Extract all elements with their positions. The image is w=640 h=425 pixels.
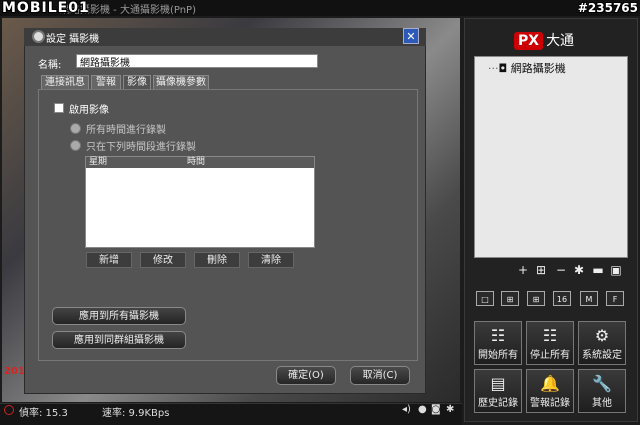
layout-9-button[interactable]: ⊞ (527, 291, 545, 306)
close-button[interactable]: ✕ (403, 28, 419, 44)
edit-button[interactable]: 修改 (140, 252, 186, 268)
other-label: 其他 (592, 398, 612, 409)
layout-4-button[interactable]: ⊞ (501, 291, 519, 306)
tree-connector-icon: ··· (488, 62, 499, 75)
record-icon[interactable]: ● (418, 404, 427, 415)
radio-record-all[interactable] (70, 123, 81, 134)
watermark-logo: MOBILE01 (2, 0, 90, 16)
stop-all-button[interactable]: ☷ 停止所有 (526, 321, 574, 365)
enable-video-label: 啟用影像 (69, 105, 109, 116)
brand-px: PX (514, 32, 544, 50)
camera-small-icon: ◘ (498, 62, 508, 75)
system-settings-label: 系統設定 (582, 350, 622, 361)
system-settings-icon: ⚙ (594, 326, 610, 345)
settings-icon[interactable]: ✱ (573, 264, 585, 276)
dialog-camera-icon (32, 30, 45, 43)
speaker-icon[interactable]: ◂) (402, 404, 411, 415)
wrench-icon: 🔧 (592, 374, 612, 393)
camera-icon[interactable]: ◙ (431, 404, 441, 415)
status-bar (0, 403, 462, 425)
column-header-time[interactable]: 時間 (187, 157, 205, 168)
column-header-weekday[interactable]: 星期 (89, 157, 107, 168)
video-timestamp: 201 (4, 366, 25, 377)
layout-16-button[interactable]: 16 (553, 291, 571, 306)
tab-connection[interactable]: 連接訊息 (41, 75, 89, 89)
tab-camera-params[interactable]: 攝像機參數 (153, 75, 209, 89)
system-settings-button[interactable]: ⚙ 系統設定 (578, 321, 626, 365)
layout-m-button[interactable]: M (580, 291, 598, 306)
stop-all-icon: ☷ (542, 326, 558, 345)
name-input[interactable] (76, 54, 318, 68)
monitor-icon[interactable]: ▣ (610, 264, 622, 276)
delete-button[interactable]: 刪除 (194, 252, 240, 268)
dialog-title: 設定 攝影機 (46, 34, 100, 45)
history-icon: ▤ (490, 374, 506, 393)
start-all-label: 開始所有 (478, 350, 518, 361)
apply-all-cameras-button[interactable]: 應用到所有攝影機 (52, 307, 186, 325)
tree-item-label: 網路攝影機 (510, 62, 566, 75)
brand-logo: PX 大通 (514, 30, 574, 50)
clear-button[interactable]: 清除 (248, 252, 294, 268)
layout-f-button[interactable]: F (606, 291, 624, 306)
camera-tree[interactable] (474, 56, 628, 258)
remove-icon[interactable]: − (555, 264, 567, 276)
gear-icon[interactable]: ✱ (446, 404, 454, 415)
alarm-log-button[interactable]: 🔔 警報記錄 (526, 369, 574, 413)
other-button[interactable]: 🔧 其他 (578, 369, 626, 413)
fps-label: 偵率: 15.3 (19, 408, 68, 419)
enable-video-checkbox[interactable] (54, 103, 64, 113)
add-button[interactable]: 新增 (86, 252, 132, 268)
alarm-log-label: 警報記錄 (530, 398, 570, 409)
stop-all-label: 停止所有 (530, 350, 570, 361)
cancel-button[interactable]: 取消(C) (350, 366, 410, 385)
add-group-icon[interactable]: ⊞ (535, 264, 547, 276)
brand-name: 大通 (546, 33, 575, 49)
watermark-id: #235765 (577, 1, 638, 15)
power-icon[interactable] (4, 405, 14, 415)
add-icon[interactable]: + (517, 264, 529, 276)
radio-record-period[interactable] (70, 140, 81, 151)
radio-record-period-label: 只在下列時間段進行錄製 (86, 142, 196, 153)
apply-group-cameras-button[interactable]: 應用到同群組攝影機 (52, 331, 186, 349)
start-all-icon: ☷ (490, 326, 506, 345)
tree-item-camera[interactable]: ···◘ 網路攝影機 (488, 60, 566, 76)
history-button[interactable]: ▤ 歷史記錄 (474, 369, 522, 413)
name-label: 名稱: (38, 60, 62, 71)
bell-icon: 🔔 (540, 374, 560, 393)
radio-record-all-label: 所有時間進行錄製 (86, 125, 166, 136)
schedule-table[interactable] (85, 156, 315, 248)
tab-alarm[interactable]: 警報 (91, 75, 121, 89)
ok-button[interactable]: 確定(O) (276, 366, 336, 385)
layout-1-button[interactable]: □ (476, 291, 494, 306)
tab-video[interactable]: 影像 (123, 75, 151, 89)
start-all-button[interactable]: ☷ 開始所有 (474, 321, 522, 365)
history-label: 歷史記錄 (478, 398, 518, 409)
rate-label: 速率: 9.9KBps (102, 408, 170, 419)
list-icon[interactable]: ▬ (592, 264, 604, 276)
